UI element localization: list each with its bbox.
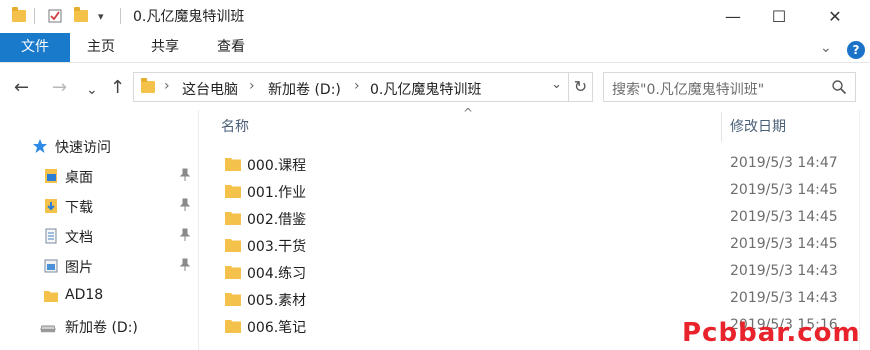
file-name: 006.笔记 [247,320,307,336]
folder-icon [225,239,241,252]
pin-icon[interactable] [178,198,192,212]
search-placeholder: 搜索"0.凡亿魔鬼特训班" [612,82,765,98]
navigation-bar: ← → ⌄ ↑ › 这台电脑 › 新加卷 (D:) › 0.凡亿魔鬼特训班 ⌄ … [0,64,870,110]
breadcrumb-separator: › [249,78,255,94]
recent-locations-button[interactable]: ⌄ [86,80,98,100]
up-button[interactable]: ↑ [110,78,125,98]
column-resize-handle[interactable] [721,112,722,142]
pictures-icon [44,259,58,273]
nav-quick-access-label: 快速访问 [55,140,111,156]
table-row[interactable]: 004.练习 2019/5/3 14:43 [219,259,859,286]
folder-icon [141,78,155,93]
file-name: 000.课程 [247,158,307,174]
tab-share[interactable]: 共享 [151,33,179,62]
ribbon-tabs: 文件 主页 共享 查看 [0,33,870,63]
folder-icon [44,291,58,302]
pin-icon[interactable] [178,258,192,272]
breadcrumb-current-folder[interactable]: 0.凡亿魔鬼特训班 [370,79,481,99]
column-header-date-modified[interactable]: 修改日期 [730,116,786,136]
minimize-button[interactable]: — [710,0,756,32]
toolbar-divider [34,8,35,24]
nav-item-label: AD18 [65,287,104,303]
file-date: 2019/5/3 14:45 [730,236,838,252]
file-list: ^ 名称 修改日期 000.课程 2019/5/3 14:47 001.作业 2… [199,106,859,350]
documents-icon [45,228,57,244]
nav-item-documents[interactable]: 文档 [0,222,198,250]
breadcrumb-separator: › [354,78,360,94]
column-header-name[interactable]: 名称 [221,116,249,136]
download-icon [45,199,57,213]
forward-button[interactable]: → [52,78,67,98]
pin-icon[interactable] [178,228,192,242]
folder-icon [225,320,241,333]
table-row[interactable]: 005.素材 2019/5/3 14:43 [219,286,859,313]
file-name: 002.借鉴 [247,212,307,228]
table-row[interactable]: 000.课程 2019/5/3 14:47 [219,151,859,178]
nav-item-label: 下载 [65,200,93,216]
nav-item-label: 文档 [65,230,93,246]
file-name: 004.练习 [247,266,307,282]
window-title: 0.凡亿魔鬼特训班 [133,9,245,25]
folder-icon [225,158,241,171]
tab-file[interactable]: 文件 [0,33,70,62]
title-bar: ▾ 0.凡亿魔鬼特训班 — ☐ ✕ [0,0,870,32]
folder-icon [225,185,241,198]
file-name: 003.干货 [247,239,307,255]
qat-dropdown-icon[interactable]: ▾ [98,7,104,25]
folder-icon [225,266,241,279]
nav-item-downloads[interactable]: 下载 [0,192,198,220]
table-row[interactable]: 002.借鉴 2019/5/3 14:45 [219,205,859,232]
drive-icon [40,325,56,333]
folder-icon [225,293,241,306]
file-date: 2019/5/3 14:43 [730,263,838,279]
tab-home[interactable]: 主页 [87,33,115,62]
help-button[interactable]: ? [847,41,865,59]
table-row[interactable]: 001.作业 2019/5/3 14:45 [219,178,859,205]
desktop-icon [45,169,57,183]
properties-icon[interactable] [47,7,63,25]
back-button[interactable]: ← [14,78,29,98]
nav-item-desktop[interactable]: 桌面 [0,162,198,190]
refresh-button[interactable]: ↻ [569,72,593,102]
breadcrumb-drive-d[interactable]: 新加卷 (D:) [268,79,341,99]
nav-quick-access[interactable]: 快速访问 [0,132,198,160]
nav-item-label: 图片 [65,260,93,276]
address-dropdown-icon[interactable]: ⌄ [551,77,562,92]
folder-icon [12,7,26,25]
ribbon-collapse-icon[interactable]: ⌄ [820,40,832,56]
breadcrumb-separator: › [164,78,170,94]
tab-view[interactable]: 查看 [217,33,245,62]
pin-icon[interactable] [178,168,192,182]
new-folder-icon[interactable] [74,7,88,25]
nav-item-drive-d[interactable]: 新加卷 (D:) [0,312,198,340]
navigation-pane: 快速访问 桌面 下载 文档 图片 AD18 新加卷 (D:) [0,110,198,350]
file-date: 2019/5/3 14:43 [730,290,838,306]
search-icon [832,80,847,95]
close-button[interactable]: ✕ [812,0,858,32]
nav-item-pictures[interactable]: 图片 [0,252,198,280]
vertical-scrollbar[interactable] [859,110,870,350]
table-row[interactable]: 003.干货 2019/5/3 14:45 [219,232,859,259]
maximize-button[interactable]: ☐ [756,0,802,32]
watermark-text: Pcbbar.com [682,318,861,348]
nav-item-label: 桌面 [65,170,93,186]
toolbar-divider [120,8,121,24]
file-date: 2019/5/3 14:47 [730,155,838,171]
sort-arrow-icon: ^ [463,106,474,120]
file-date: 2019/5/3 14:45 [730,209,838,225]
file-date: 2019/5/3 14:45 [730,182,838,198]
nav-item-label: 新加卷 (D:) [65,320,138,336]
search-input[interactable]: 搜索"0.凡亿魔鬼特训班" [603,72,856,102]
file-name: 001.作业 [247,185,307,201]
file-name: 005.素材 [247,293,307,309]
nav-item-ad18[interactable]: AD18 [0,282,198,310]
breadcrumb-this-pc[interactable]: 这台电脑 [182,79,238,99]
address-bar[interactable]: › 这台电脑 › 新加卷 (D:) › 0.凡亿魔鬼特训班 ⌄ [133,72,569,102]
star-icon [33,139,47,153]
folder-icon [225,212,241,225]
